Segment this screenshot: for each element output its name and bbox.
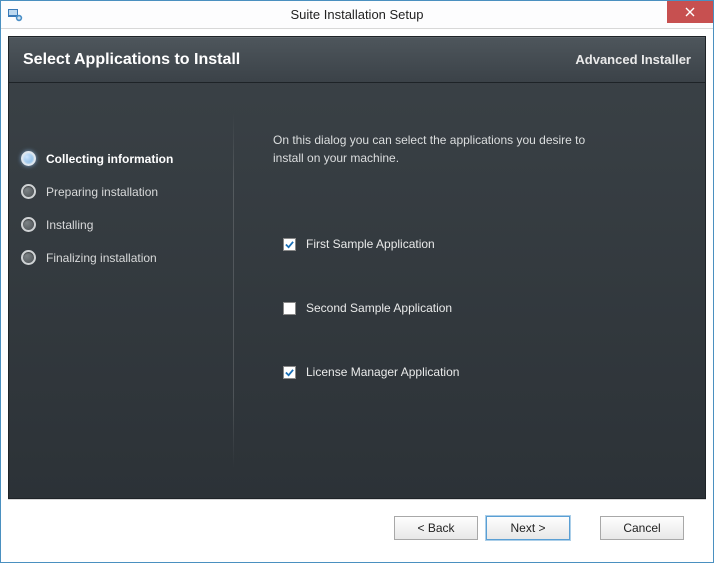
main-pane: On this dialog you can select the applic… <box>233 83 705 498</box>
app-option-license-manager[interactable]: License Manager Application <box>273 365 675 379</box>
wizard-panel: Select Applications to Install Advanced … <box>8 36 706 499</box>
back-button[interactable]: < Back <box>394 516 478 540</box>
step-label: Finalizing installation <box>46 251 157 265</box>
app-option-label: Second Sample Application <box>306 301 452 315</box>
wizard-header: Select Applications to Install Advanced … <box>9 37 705 83</box>
step-sidebar: Collecting information Preparing install… <box>9 83 233 498</box>
step-radio-icon <box>21 250 36 265</box>
titlebar: Suite Installation Setup <box>1 1 713 29</box>
window-title: Suite Installation Setup <box>291 7 424 22</box>
step-radio-icon <box>21 151 36 166</box>
checkbox-icon[interactable] <box>283 302 296 315</box>
checkbox-icon[interactable] <box>283 366 296 379</box>
instruction-text: On this dialog you can select the applic… <box>273 131 593 167</box>
step-label: Installing <box>46 218 93 232</box>
close-icon <box>685 7 695 17</box>
app-option-label: First Sample Application <box>306 237 435 251</box>
step-radio-icon <box>21 217 36 232</box>
app-icon <box>7 7 23 23</box>
cancel-button[interactable]: Cancel <box>600 516 684 540</box>
step-finalizing-installation: Finalizing installation <box>21 250 221 265</box>
checkbox-icon[interactable] <box>283 238 296 251</box>
step-preparing-installation: Preparing installation <box>21 184 221 199</box>
step-radio-icon <box>21 184 36 199</box>
installer-window: Suite Installation Setup Select Applicat… <box>0 0 714 563</box>
app-option-label: License Manager Application <box>306 365 459 379</box>
page-title: Select Applications to Install <box>23 51 240 69</box>
step-installing: Installing <box>21 217 221 232</box>
next-button[interactable]: Next > <box>486 516 570 540</box>
wizard-body: Collecting information Preparing install… <box>9 83 705 498</box>
content-wrap: Select Applications to Install Advanced … <box>1 29 713 562</box>
wizard-footer: < Back Next > Cancel <box>8 499 706 555</box>
close-button[interactable] <box>667 1 713 23</box>
step-collecting-information: Collecting information <box>21 151 221 166</box>
brand-label: Advanced Installer <box>575 52 691 67</box>
step-label: Collecting information <box>46 152 173 166</box>
app-option-second-sample[interactable]: Second Sample Application <box>273 301 675 315</box>
app-option-first-sample[interactable]: First Sample Application <box>273 237 675 251</box>
step-label: Preparing installation <box>46 185 158 199</box>
